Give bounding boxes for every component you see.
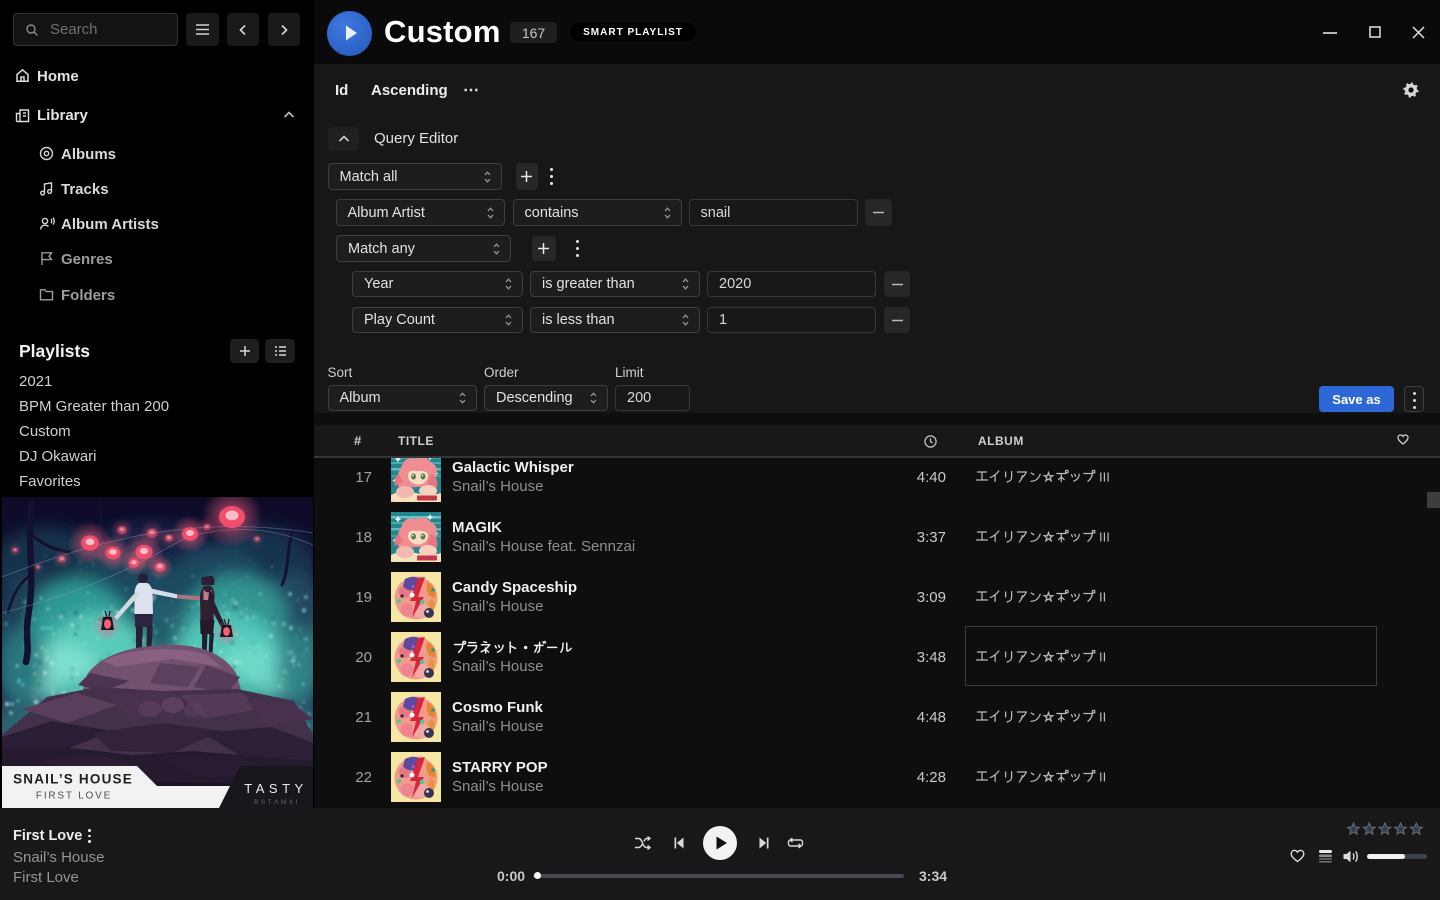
svg-text:FIRST LOVE: FIRST LOVE	[36, 791, 112, 802]
svg-text:II: II	[1099, 649, 1106, 664]
svg-text:III: III	[1099, 469, 1110, 484]
svg-text:II: II	[1099, 589, 1106, 604]
svg-text:BSTΛMXI: BSTΛMXI	[254, 799, 300, 806]
svg-text:TASTY: TASTY	[244, 781, 307, 796]
svg-text:III: III	[1099, 529, 1110, 544]
svg-text:II: II	[1099, 709, 1106, 724]
svg-text:SNAIL’S HOUSE: SNAIL’S HOUSE	[13, 772, 133, 787]
svg-text:II: II	[1099, 769, 1106, 784]
